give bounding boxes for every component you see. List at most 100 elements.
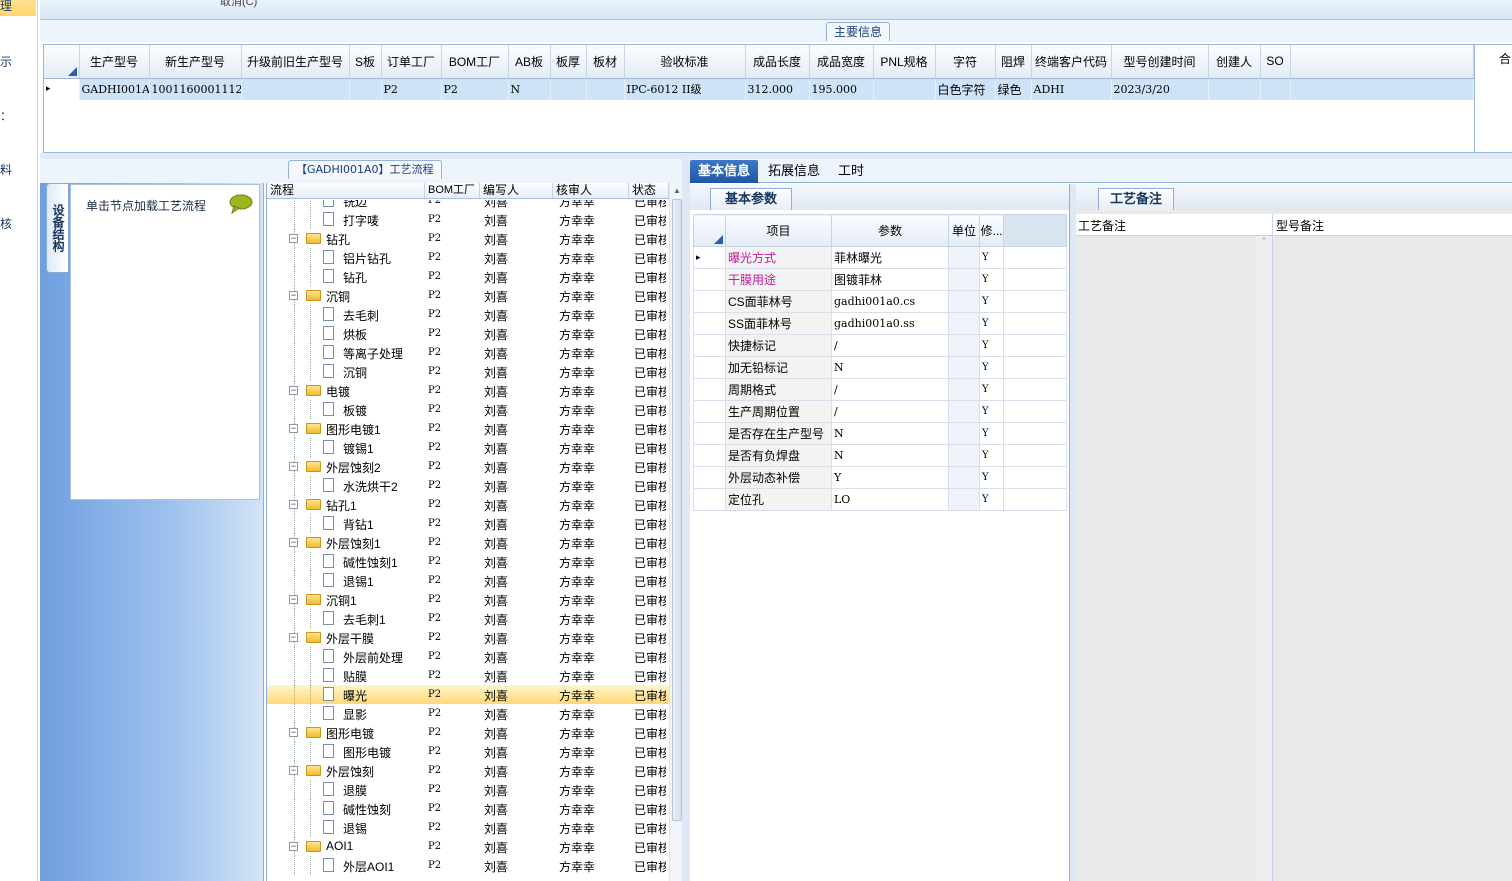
- param-row[interactable]: 外层动态补偿 Y Y: [693, 466, 1067, 489]
- main-cell[interactable]: IPC-6012 II级: [624, 78, 746, 100]
- row-indicator[interactable]: [693, 356, 726, 379]
- tree-row[interactable]: 去毛刺1 P2 刘喜 方幸幸 已审核: [267, 609, 669, 628]
- param-row[interactable]: 生产周期位置 / Y: [693, 400, 1067, 423]
- tree-row[interactable]: 碱性蚀刻 P2 刘喜 方幸幸 已审核: [267, 799, 669, 818]
- param-unit[interactable]: [948, 268, 980, 291]
- param-row[interactable]: 是否有负焊盘 N Y: [693, 444, 1067, 467]
- col-header-flow[interactable]: 流程: [267, 183, 425, 198]
- main-cell[interactable]: 绿色: [995, 78, 1032, 100]
- param-row[interactable]: 定位孔 LO Y: [693, 488, 1067, 511]
- cancel-button[interactable]: 取消(C): [220, 0, 257, 9]
- param-value[interactable]: gadhi001a0.ss: [831, 312, 949, 335]
- nav-item[interactable]: 示: [0, 53, 12, 70]
- main-cell[interactable]: N: [508, 78, 551, 100]
- process-notes-tab[interactable]: 工艺备注: [1098, 188, 1174, 210]
- comment-bubble-icon[interactable]: [228, 194, 254, 214]
- row-indicator[interactable]: [693, 334, 726, 357]
- param-modifiable[interactable]: Y: [979, 466, 1004, 489]
- param-modifiable[interactable]: Y: [979, 290, 1004, 313]
- main-col-header[interactable]: 订单工厂: [381, 45, 442, 79]
- row-indicator[interactable]: [693, 312, 726, 335]
- tab-basic-info[interactable]: 基本信息: [690, 160, 759, 183]
- tree-row[interactable]: 水洗烘干2 P2 刘喜 方幸幸 已审核: [267, 476, 669, 495]
- param-value[interactable]: LO: [831, 488, 949, 511]
- row-indicator[interactable]: [693, 268, 726, 291]
- main-col-header[interactable]: 新生产型号: [149, 45, 242, 79]
- main-col-header[interactable]: 升级前旧生产型号: [241, 45, 350, 79]
- main-col-header[interactable]: 阻焊: [995, 45, 1032, 79]
- param-modifiable[interactable]: Y: [979, 422, 1004, 445]
- param-modifiable[interactable]: Y: [979, 378, 1004, 401]
- param-modifiable[interactable]: Y: [979, 246, 1004, 269]
- tree-row[interactable]: 铣边 P2 刘喜 方幸幸 已审核: [267, 200, 669, 210]
- param-unit[interactable]: [948, 488, 980, 511]
- col-header-bom[interactable]: BOM工厂: [425, 183, 480, 198]
- row-indicator[interactable]: [693, 488, 726, 511]
- param-unit[interactable]: [948, 246, 980, 269]
- param-col-header[interactable]: 项目: [725, 214, 832, 247]
- tree-row[interactable]: 图形电镀 P2 刘喜 方幸幸 已审核: [267, 742, 669, 761]
- row-indicator[interactable]: [693, 422, 726, 445]
- tree-row[interactable]: 去毛刺 P2 刘喜 方幸幸 已审核: [267, 305, 669, 324]
- param-modifiable[interactable]: Y: [979, 400, 1004, 423]
- param-value[interactable]: /: [831, 334, 949, 357]
- param-value[interactable]: Y: [831, 466, 949, 489]
- main-cell[interactable]: 10011600011123: [149, 78, 242, 100]
- tree-row[interactable]: − 沉铜 P2 刘喜 方幸幸 已审核: [267, 286, 669, 305]
- param-unit[interactable]: [948, 378, 980, 401]
- col-header-status[interactable]: 状态: [629, 183, 669, 198]
- main-col-header[interactable]: 板厚: [550, 45, 587, 79]
- main-cell[interactable]: [586, 78, 625, 100]
- collapse-icon[interactable]: −: [289, 633, 298, 642]
- basic-params-tab[interactable]: 基本参数: [710, 188, 792, 210]
- nav-item[interactable]: 料: [0, 161, 12, 178]
- scroll-thumb[interactable]: [672, 199, 682, 821]
- nav-item[interactable]: ：: [0, 107, 12, 124]
- collapse-icon[interactable]: −: [289, 728, 298, 737]
- collapse-icon[interactable]: −: [289, 386, 298, 395]
- main-cell[interactable]: [1260, 78, 1291, 100]
- tree-row[interactable]: 打字唛 P2 刘喜 方幸幸 已审核: [267, 210, 669, 229]
- main-col-header[interactable]: 成品宽度: [809, 45, 874, 79]
- main-col-header[interactable]: PNL规格: [873, 45, 936, 79]
- param-value[interactable]: N: [831, 356, 949, 379]
- tree-row[interactable]: − 外层干膜 P2 刘喜 方幸幸 已审核: [267, 628, 669, 647]
- tree-row[interactable]: 曝光 P2 刘喜 方幸幸 已审核: [267, 685, 669, 704]
- param-col-header[interactable]: 参数: [831, 214, 949, 247]
- main-col-header[interactable]: S板: [349, 45, 382, 79]
- param-row[interactable]: 是否存在生产型号 N Y: [693, 422, 1067, 445]
- tree-row[interactable]: 沉铜 P2 刘喜 方幸幸 已审核: [267, 362, 669, 381]
- main-col-header[interactable]: 字符: [935, 45, 996, 79]
- param-modifiable[interactable]: Y: [979, 268, 1004, 291]
- scroll-up-icon[interactable]: ▲: [673, 186, 681, 195]
- main-cell[interactable]: [550, 78, 587, 100]
- vertical-splitter[interactable]: [682, 159, 690, 881]
- collapse-icon[interactable]: −: [289, 538, 298, 547]
- tree-row[interactable]: − 外层蚀刻 P2 刘喜 方幸幸 已审核: [267, 761, 669, 780]
- tree-row[interactable]: − AOI1 P2 刘喜 方幸幸 已审核: [267, 837, 669, 856]
- equipment-structure-tab[interactable]: 设备结构: [46, 183, 68, 273]
- main-cell[interactable]: GADHI001A0: [79, 78, 150, 100]
- tree-row[interactable]: 显影 P2 刘喜 方幸幸 已审核: [267, 704, 669, 723]
- param-unit[interactable]: [948, 290, 980, 313]
- main-col-header[interactable]: 板材: [586, 45, 625, 79]
- main-cell[interactable]: P2: [441, 78, 509, 100]
- param-modifiable[interactable]: Y: [979, 444, 1004, 467]
- tree-row[interactable]: − 电镀 P2 刘喜 方幸幸 已审核: [267, 381, 669, 400]
- tree-row[interactable]: 板镀 P2 刘喜 方幸幸 已审核: [267, 400, 669, 419]
- col-header-reviewer[interactable]: 核审人: [553, 183, 629, 198]
- param-row[interactable]: 周期格式 / Y: [693, 378, 1067, 401]
- notes-scrollbar[interactable]: ⌃: [1256, 236, 1272, 881]
- main-col-header[interactable]: 验收标准: [624, 45, 746, 79]
- param-col-header[interactable]: 修...: [979, 214, 1004, 247]
- row-indicator[interactable]: [693, 444, 726, 467]
- param-row[interactable]: 干膜用途 图镀菲林 Y: [693, 268, 1067, 291]
- main-col-header[interactable]: BOM工厂: [441, 45, 509, 79]
- collapse-icon[interactable]: −: [289, 424, 298, 433]
- tree-row[interactable]: 镀锡1 P2 刘喜 方幸幸 已审核: [267, 438, 669, 457]
- tree-row[interactable]: 等离子处理 P2 刘喜 方幸幸 已审核: [267, 343, 669, 362]
- tree-row[interactable]: − 外层蚀刻2 P2 刘喜 方幸幸 已审核: [267, 457, 669, 476]
- param-row[interactable]: 加无铅标记 N Y: [693, 356, 1067, 379]
- param-modifiable[interactable]: Y: [979, 312, 1004, 335]
- main-col-header[interactable]: 型号创建时间: [1111, 45, 1209, 79]
